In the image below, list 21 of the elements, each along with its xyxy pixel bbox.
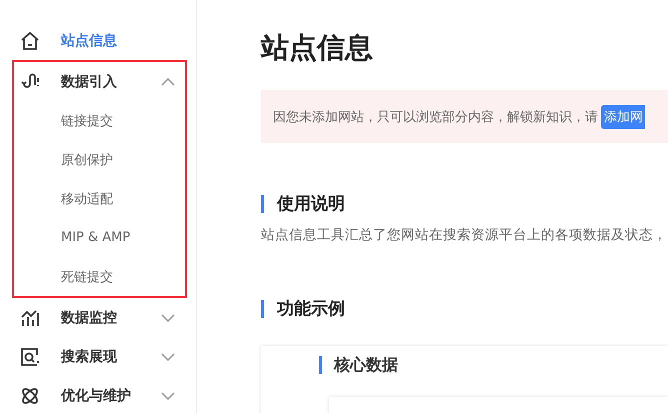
house-icon	[20, 30, 40, 50]
notice-text: 因您未添加网站，只可以浏览部分内容，解锁新知识，请	[273, 108, 598, 126]
submenu-item[interactable]: MIP & AMP	[14, 218, 185, 257]
section-heading: 使用说明	[261, 195, 668, 213]
search-icon	[20, 346, 40, 366]
sidebar-item[interactable]: 数据监控	[0, 298, 196, 337]
card-heading: 核心数据	[319, 356, 668, 374]
sidebar-item[interactable]: 优化与维护	[0, 376, 196, 413]
section-heading: 功能示例	[261, 300, 668, 318]
page-title: 站点信息	[261, 30, 374, 66]
submenu-item[interactable]: 原创保护	[14, 140, 185, 179]
chart-icon	[20, 308, 40, 328]
sidebar-item[interactable]: 站点信息	[0, 21, 196, 60]
submenu-item[interactable]: 链接提交	[14, 101, 185, 140]
add-site-button[interactable]: 添加网	[601, 104, 645, 128]
submenu-item[interactable]: 移动适配	[14, 179, 185, 218]
sidebar-item[interactable]: 搜索展现	[0, 337, 196, 376]
description-text: 站点信息工具汇总了您网站在搜索资源平台上的各项数据及状态，	[261, 226, 668, 245]
atom-icon	[20, 386, 40, 406]
sidebar-item[interactable]: 数据引入	[14, 62, 185, 101]
submenu-item[interactable]: 死链提交	[14, 257, 185, 296]
